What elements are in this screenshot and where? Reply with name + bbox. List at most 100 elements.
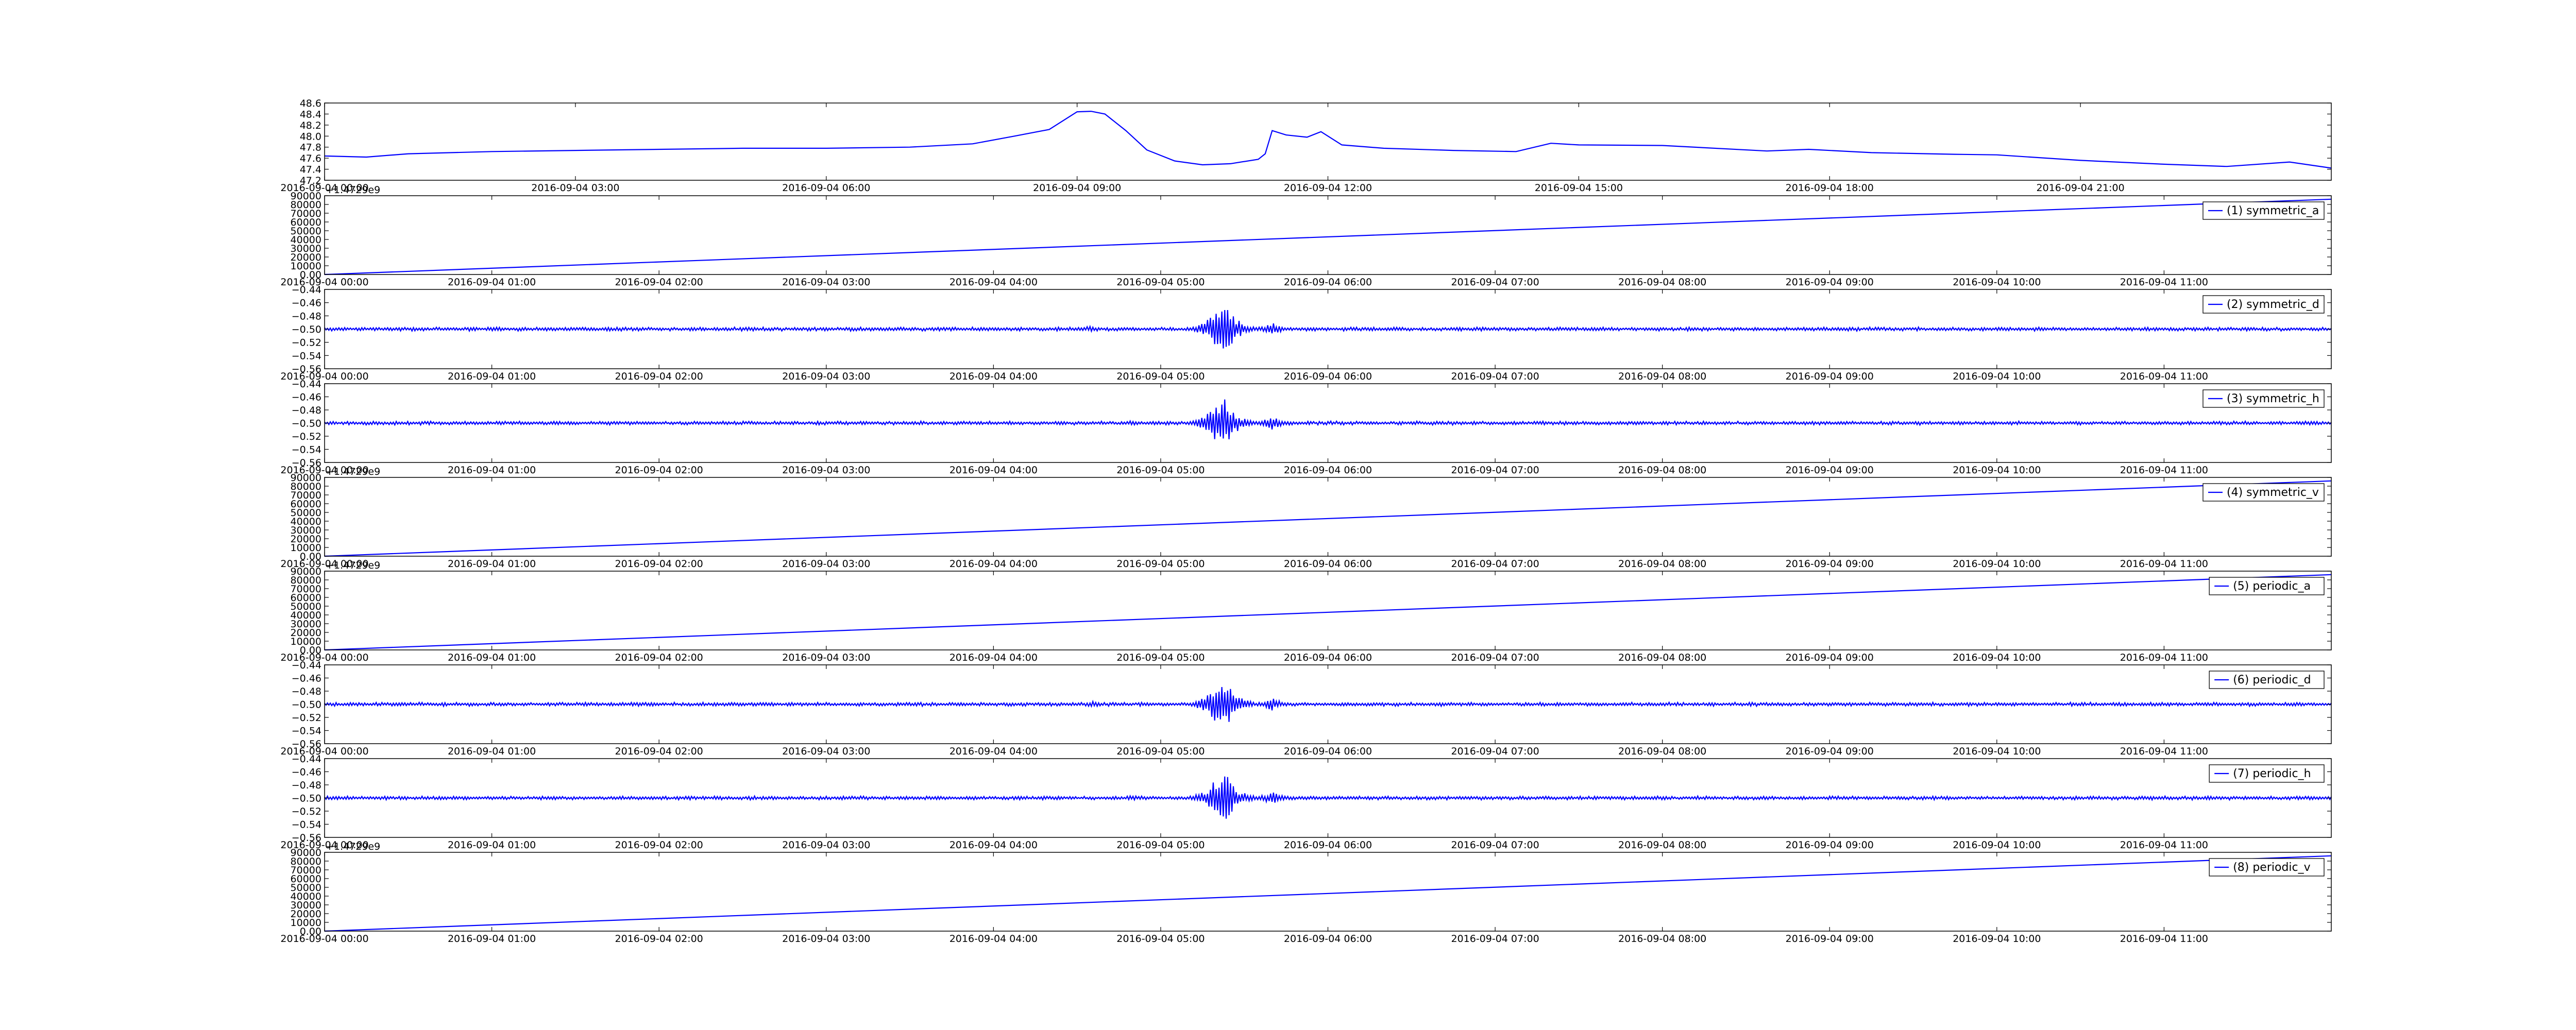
y-tick-label: −0.52 — [292, 806, 321, 817]
y-tick-label: −0.54 — [292, 444, 321, 456]
y-tick-label: −0.50 — [292, 418, 321, 430]
y-tick-label: −0.44 — [292, 660, 321, 671]
x-tick-label: 2016-09-04 11:00 — [2120, 558, 2208, 570]
x-tick-label: 2016-09-04 01:00 — [448, 371, 536, 382]
x-tick-label: 2016-09-04 09:00 — [1033, 182, 1121, 194]
x-tick-label: 2016-09-04 02:00 — [615, 652, 703, 663]
y-tick-label: −0.48 — [292, 405, 321, 416]
series-line — [324, 855, 2332, 932]
axes-frame — [324, 102, 2332, 181]
x-tick-label: 2016-09-04 05:00 — [1116, 277, 1205, 288]
x-tick-label: 2016-09-04 06:00 — [1284, 652, 1372, 663]
x-tick-label: 2016-09-04 06:00 — [1284, 839, 1372, 851]
x-tick-label: 2016-09-04 09:00 — [1786, 933, 1874, 945]
x-tick-label: 2016-09-04 11:00 — [2120, 371, 2208, 382]
x-tick-label: 2016-09-04 03:00 — [782, 465, 870, 476]
chart-panel-1: 47.247.447.647.848.048.248.448.62016-09-… — [280, 98, 2332, 194]
x-tick-label: 2016-09-04 09:00 — [1786, 652, 1874, 663]
x-tick-label: 2016-09-04 09:00 — [1786, 465, 1874, 476]
series-line — [324, 686, 2332, 722]
y-tick-label: 90000 — [291, 472, 321, 484]
y-tick-label: 48.0 — [300, 131, 321, 142]
legend-label: (1) symmetric_a — [2227, 204, 2319, 217]
x-tick-label: 2016-09-04 11:00 — [2120, 839, 2208, 851]
x-tick-label: 2016-09-04 12:00 — [1284, 182, 1372, 194]
y-tick-label: −0.54 — [292, 819, 321, 831]
x-tick-label: 2016-09-04 07:00 — [1451, 277, 1539, 288]
x-tick-label: 2016-09-04 11:00 — [2120, 277, 2208, 288]
x-tick-label: 2016-09-04 08:00 — [1618, 277, 1706, 288]
x-tick-label: 2016-09-04 02:00 — [615, 465, 703, 476]
x-tick-label: 2016-09-04 10:00 — [1953, 839, 2041, 851]
axes-frame — [324, 383, 2332, 463]
x-tick-label: 2016-09-04 02:00 — [615, 746, 703, 757]
y-tick-label: 47.8 — [300, 142, 321, 153]
x-tick-label: 2016-09-04 10:00 — [1953, 465, 2041, 476]
y-tick-label: −0.46 — [292, 392, 321, 403]
y-tick-label: −0.52 — [292, 712, 321, 724]
x-tick-label: 2016-09-04 06:00 — [1284, 277, 1372, 288]
y-tick-label: 90000 — [291, 566, 321, 577]
x-tick-label: 2016-09-04 07:00 — [1451, 933, 1539, 945]
x-tick-label: 2016-09-04 03:00 — [782, 839, 870, 851]
x-tick-label: 2016-09-04 07:00 — [1451, 371, 1539, 382]
x-tick-label: 2016-09-04 11:00 — [2120, 933, 2208, 945]
x-tick-label: 2016-09-04 01:00 — [448, 933, 536, 945]
y-tick-label: 47.6 — [300, 153, 321, 164]
x-tick-label: 2016-09-04 11:00 — [2120, 652, 2208, 663]
y-tick-label: 48.2 — [300, 120, 321, 131]
x-tick-label: 2016-09-04 01:00 — [448, 558, 536, 570]
x-tick-label: 2016-09-04 02:00 — [615, 371, 703, 382]
x-tick-label: 2016-09-04 07:00 — [1451, 746, 1539, 757]
x-tick-label: 2016-09-04 04:00 — [950, 839, 1038, 851]
x-tick-label: 2016-09-04 15:00 — [1535, 182, 1623, 194]
chart-panel-9: 0.00100002000030000400005000060000700008… — [280, 841, 2332, 945]
x-tick-label: 2016-09-04 08:00 — [1618, 558, 1706, 570]
x-tick-label: 2016-09-04 08:00 — [1618, 371, 1706, 382]
legend-label: (6) periodic_d — [2233, 674, 2311, 686]
x-tick-label: 2016-09-04 03:00 — [782, 652, 870, 663]
x-tick-label: 2016-09-04 09:00 — [1786, 746, 1874, 757]
x-tick-label: 2016-09-04 06:00 — [1284, 465, 1372, 476]
y-tick-label: −0.54 — [292, 350, 321, 362]
y-tick-label: −0.46 — [292, 673, 321, 684]
x-tick-label: 2016-09-04 08:00 — [1618, 652, 1706, 663]
x-tick-label: 2016-09-04 02:00 — [615, 277, 703, 288]
x-tick-label: 2016-09-04 09:00 — [1786, 277, 1874, 288]
x-tick-label: 2016-09-04 04:00 — [950, 746, 1038, 757]
y-tick-label: 47.4 — [300, 164, 321, 176]
x-tick-label: 2016-09-04 09:00 — [1786, 371, 1874, 382]
x-tick-label: 2016-09-04 05:00 — [1116, 933, 1205, 945]
x-tick-label: 2016-09-04 01:00 — [448, 465, 536, 476]
x-tick-label: 2016-09-04 10:00 — [1953, 652, 2041, 663]
x-tick-label: 2016-09-04 02:00 — [615, 933, 703, 945]
x-tick-label: 2016-09-04 05:00 — [1116, 746, 1205, 757]
x-tick-label: 2016-09-04 06:00 — [1284, 746, 1372, 757]
y-tick-label: −0.44 — [292, 379, 321, 390]
chart-panel-8: −0.56−0.54−0.52−0.50−0.48−0.46−0.442016-… — [280, 753, 2332, 851]
series-line — [324, 776, 2332, 819]
y-tick-label: 90000 — [291, 847, 321, 859]
x-tick-label: 2016-09-04 10:00 — [1953, 933, 2041, 945]
x-tick-label: 2016-09-04 07:00 — [1451, 465, 1539, 476]
x-tick-label: 2016-09-04 03:00 — [782, 933, 870, 945]
y-tick-label: −0.50 — [292, 699, 321, 711]
x-tick-label: 2016-09-04 01:00 — [448, 277, 536, 288]
legend-label: (7) periodic_h — [2233, 767, 2311, 780]
x-tick-label: 2016-09-04 04:00 — [950, 277, 1038, 288]
series-line — [324, 480, 2332, 557]
chart-panel-6: 0.00100002000030000400005000060000700008… — [280, 560, 2332, 663]
x-tick-label: 2016-09-04 07:00 — [1451, 558, 1539, 570]
chart-panel-3: −0.56−0.54−0.52−0.50−0.48−0.46−0.442016-… — [280, 284, 2332, 382]
y-tick-label: 90000 — [291, 191, 321, 202]
x-tick-label: 2016-09-04 04:00 — [950, 933, 1038, 945]
x-tick-label: 2016-09-04 08:00 — [1618, 839, 1706, 851]
x-tick-label: 2016-09-04 10:00 — [1953, 558, 2041, 570]
x-tick-label: 2016-09-04 10:00 — [1953, 371, 2041, 382]
x-tick-label: 2016-09-04 11:00 — [2120, 465, 2208, 476]
y-tick-label: −0.50 — [292, 324, 321, 335]
x-tick-label: 2016-09-04 06:00 — [1284, 558, 1372, 570]
axis-offset-label: +1.4729e9 — [326, 466, 380, 477]
x-tick-label: 2016-09-04 11:00 — [2120, 746, 2208, 757]
x-tick-label: 2016-09-04 06:00 — [782, 182, 870, 194]
